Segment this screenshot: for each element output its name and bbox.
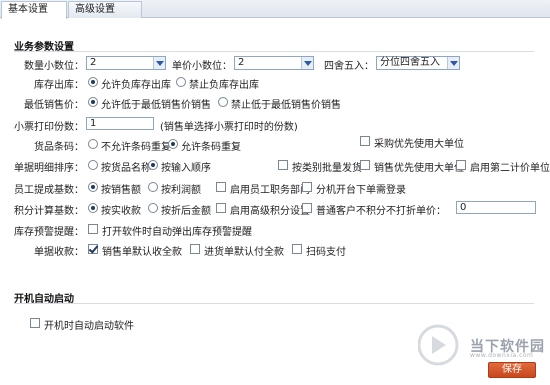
second-pricing-unit-label: 启用第二计价单位 [470, 163, 550, 174]
points-by-received-radio[interactable] [88, 203, 98, 213]
scan-pay-checkbox[interactable] [292, 244, 302, 254]
qty-decimal-value: 2 [90, 57, 97, 68]
purchase-full-payment-label: 进货单默认付全款 [204, 247, 284, 258]
allow-below-min-price-label: 允许低于最低销售价销售 [101, 100, 211, 111]
price-decimal-select[interactable]: 2 [234, 56, 314, 70]
sort-by-input-order-radio[interactable] [148, 160, 158, 170]
stock-alert-text: 打开软件时自动弹出库存预警提醒 [102, 227, 252, 238]
receipt-copies-label: 小票打印份数： [14, 122, 84, 133]
tab-bar: 基本设置 高级设置 [0, 0, 550, 19]
stock-alert-label: 库存预警提醒： [14, 227, 84, 238]
second-pricing-unit-checkbox[interactable] [456, 160, 466, 170]
forbid-negative-stock-radio[interactable] [176, 77, 186, 87]
commission-by-profit-radio[interactable] [148, 182, 158, 192]
advanced-points-checkbox[interactable] [216, 203, 226, 213]
watermark-url: www.downxia.com [470, 352, 534, 359]
extension-login-checkbox[interactable] [302, 182, 312, 192]
purchase-full-payment-checkbox[interactable] [190, 244, 200, 254]
min-price-label: 最低销售价： [24, 100, 84, 111]
price-decimal-value: 2 [238, 57, 245, 68]
qty-decimal-select[interactable]: 2 [86, 56, 166, 70]
points-by-discounted-label: 按折后金额 [161, 206, 211, 217]
receipt-copies-hint: (销售单选择小票打印时的份数) [160, 122, 298, 133]
stock-alert-checkbox[interactable] [88, 224, 98, 234]
price-decimal-label: 单价小数位： [172, 61, 232, 72]
allow-negative-stock-radio[interactable] [88, 77, 98, 87]
no-discount-price-input[interactable]: 0 [456, 201, 536, 214]
sort-by-product-name-label: 按货品名称 [101, 163, 151, 174]
rounding-value: 分位四舍五入 [380, 57, 440, 68]
barcode-label: 货品条码： [34, 142, 84, 153]
forbid-below-min-price-radio[interactable] [218, 97, 228, 107]
tab-advanced-settings[interactable]: 高级设置 [68, 1, 142, 18]
extension-login-label: 分机开台下单需登录 [316, 185, 406, 196]
rounding-select[interactable]: 分位四舍五入 [376, 56, 460, 70]
sales-large-unit-checkbox[interactable] [360, 160, 370, 170]
allow-negative-stock-label: 允许负库存出库 [101, 80, 171, 91]
stock-out-label: 库存出库： [34, 80, 84, 91]
forbid-negative-stock-label: 禁止负库存出库 [189, 80, 259, 91]
detail-sort-label: 单据明细排序： [14, 163, 84, 174]
scan-pay-label: 扫码支付 [306, 247, 346, 258]
chevron-down-icon [301, 57, 313, 69]
sales-large-unit-label: 销售优先使用大单位 [374, 163, 464, 174]
batch-ship-by-category-checkbox[interactable] [278, 160, 288, 170]
section-divider [14, 51, 534, 52]
regular-no-points-label: 普通客户不积分 [316, 206, 386, 217]
batch-ship-by-category-label: 按类别批量发货 [292, 163, 362, 174]
purchase-large-unit-checkbox[interactable] [360, 136, 370, 146]
sales-full-payment-label: 销售单默认收全款 [102, 247, 182, 258]
save-button[interactable]: 保存 [488, 362, 536, 378]
chevron-down-icon [153, 57, 165, 69]
no-discount-price-label: 不打折单价： [386, 206, 446, 217]
chevron-down-icon [447, 57, 459, 69]
commission-by-sales-label: 按销售额 [101, 185, 141, 196]
points-label: 积分计算基数： [14, 206, 84, 217]
section-divider [14, 303, 534, 304]
commission-label: 员工提成基数： [14, 185, 84, 196]
purchase-large-unit-label: 采购优先使用大单位 [374, 139, 464, 150]
receipt-money-label: 单据收款： [34, 247, 84, 258]
qty-decimal-label: 数量小数位： [24, 61, 84, 72]
employee-dept-checkbox[interactable] [216, 182, 226, 192]
receipt-copies-input[interactable]: 1 [86, 117, 154, 130]
rounding-label: 四舍五入： [324, 61, 374, 72]
points-by-received-label: 按实收款 [101, 206, 141, 217]
auto-start-checkbox[interactable] [30, 318, 40, 328]
forbid-below-min-price-label: 禁止低于最低销售价销售 [231, 100, 341, 111]
tab-basic-settings[interactable]: 基本设置 [1, 1, 67, 19]
employee-dept-label: 启用员工职务部门 [230, 185, 310, 196]
commission-by-sales-radio[interactable] [88, 182, 98, 192]
points-by-discounted-radio[interactable] [148, 203, 158, 213]
barcode-allow-duplicate-label: 允许条码重复 [181, 142, 241, 153]
advanced-points-label: 启用高级积分设置 [230, 206, 310, 217]
sales-full-payment-checkbox[interactable] [88, 244, 98, 254]
regular-no-points-checkbox[interactable] [302, 203, 312, 213]
barcode-no-duplicate-radio[interactable] [88, 139, 98, 149]
barcode-allow-duplicate-radio[interactable] [168, 139, 178, 149]
auto-start-label: 开机时自动启动软件 [44, 321, 134, 332]
sort-by-input-order-label: 按输入顺序 [161, 163, 211, 174]
commission-by-profit-label: 按利润额 [161, 185, 201, 196]
barcode-no-duplicate-label: 不允许条码重复 [101, 142, 171, 153]
allow-below-min-price-radio[interactable] [88, 97, 98, 107]
sort-by-product-name-radio[interactable] [88, 160, 98, 170]
